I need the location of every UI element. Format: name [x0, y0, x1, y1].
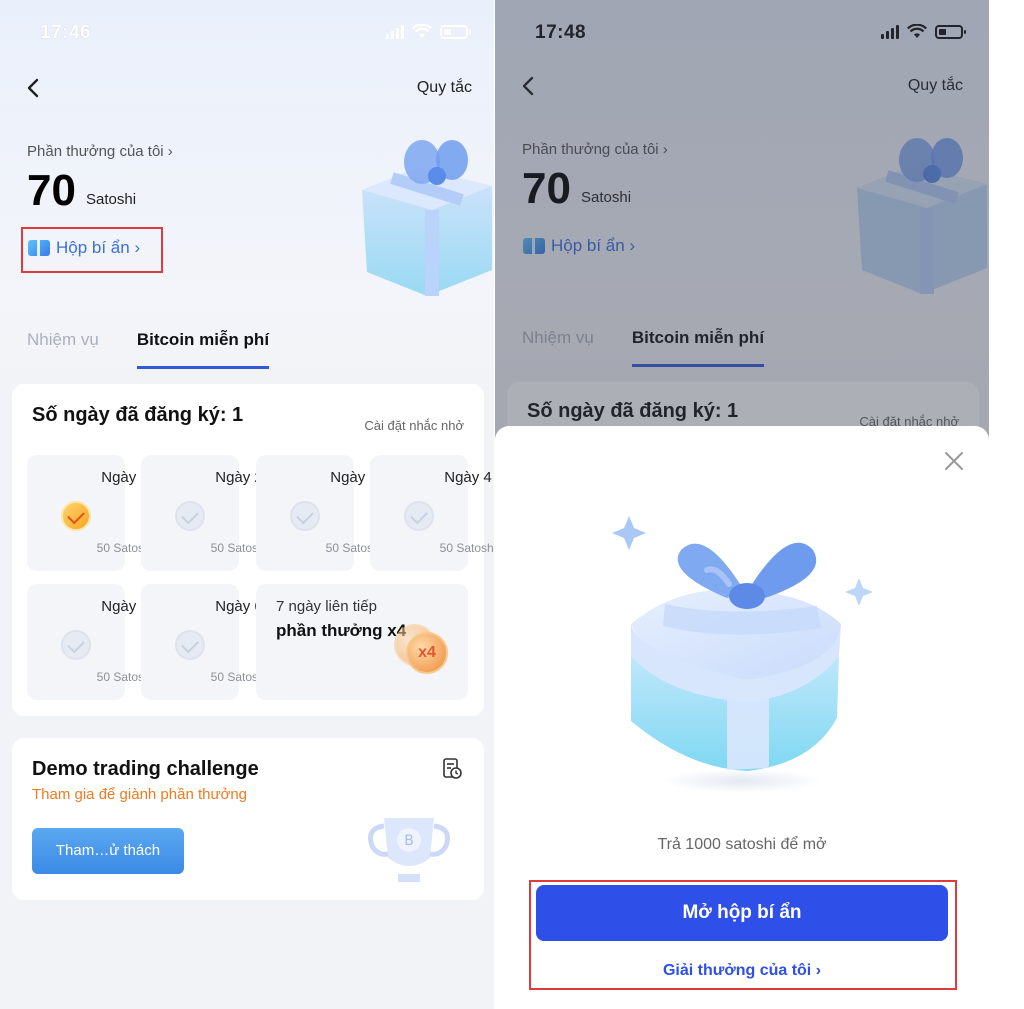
wifi-icon	[412, 24, 432, 38]
day-card: Ngày 5 50 Satoshi	[27, 584, 153, 700]
day-label: Ngày 4	[444, 469, 492, 486]
checkin-title: Số ngày đã đăng ký: 1	[32, 404, 244, 426]
screen-mystery-box: 17:48 Quy tắc Phần thưởng của tôi › 70 S…	[495, 0, 989, 1009]
day-card: Ngày 3 50 Satoshi	[256, 455, 382, 571]
trophy-illustration: B	[368, 818, 450, 882]
check-icon	[404, 501, 434, 531]
check-icon	[175, 501, 205, 531]
battery-icon	[440, 24, 471, 39]
reward-unit: Satoshi	[86, 191, 137, 208]
check-icon	[61, 501, 91, 531]
screen-free-bitcoin: 17:46 Quy tắc Phần thưởng của tôi › 70 S…	[0, 0, 494, 1009]
highlight-box	[529, 880, 957, 990]
gift-box-illustration	[612, 516, 873, 793]
challenge-title: Demo trading challenge	[32, 758, 259, 780]
day-card: Ngày 2 50 Satoshi	[141, 455, 267, 571]
history-icon[interactable]	[442, 758, 462, 780]
my-rewards-link[interactable]: Phần thưởng của tôi ›	[27, 143, 173, 160]
mystery-box-sheet: Trả 1000 satoshi để mở Mở hộp bí ẩn Giải…	[495, 426, 989, 1009]
check-icon	[175, 630, 205, 660]
tab-free-bitcoin[interactable]: Bitcoin miễn phí	[136, 330, 270, 369]
day-card: Ngày 6 50 Satoshi	[141, 584, 267, 700]
demo-challenge-card: B Demo trading challenge Tham gia để già…	[12, 738, 484, 900]
day-amount: 50 Satoshi	[439, 541, 494, 555]
coin-x4-icon: x4	[406, 632, 448, 674]
close-icon[interactable]	[943, 450, 965, 472]
back-button[interactable]	[22, 76, 46, 100]
signal-icon	[386, 24, 404, 39]
day-card: Ngày 1 50 Satoshi	[27, 455, 153, 571]
reward-amount: 70	[27, 166, 76, 215]
challenge-subtitle: Tham gia để giành phần thưởng	[32, 786, 248, 803]
set-reminder-link[interactable]: Cài đặt nhắc nhở	[364, 418, 464, 433]
tab-tasks[interactable]: Nhiệm vụ	[27, 330, 99, 369]
check-icon	[290, 501, 320, 531]
svg-text:B: B	[404, 833, 414, 849]
open-cost-note: Trả 1000 satoshi để mở	[657, 836, 827, 853]
rules-link[interactable]: Quy tắc	[417, 79, 472, 97]
highlight-box	[21, 227, 163, 273]
check-icon	[61, 630, 91, 660]
status-time: 17:46	[40, 22, 92, 43]
streak-bonus-card: 7 ngày liên tiếp phần thưởng x4 x4	[256, 584, 468, 700]
tab-bar: Nhiệm vụ Bitcoin miễn phí	[27, 330, 270, 369]
gift-box-illustration	[362, 140, 492, 296]
streak-bonus: phần thưởng x4	[276, 621, 407, 640]
checkin-card: Số ngày đã đăng ký: 1 Cài đặt nhắc nhở N…	[12, 384, 494, 716]
status-bar: 17:46	[0, 18, 494, 46]
join-challenge-button[interactable]: Tham…ử thách	[32, 828, 184, 874]
streak-label: 7 ngày liên tiếp	[276, 598, 377, 615]
day-card: Ngày 4 50 Satoshi	[370, 455, 494, 571]
